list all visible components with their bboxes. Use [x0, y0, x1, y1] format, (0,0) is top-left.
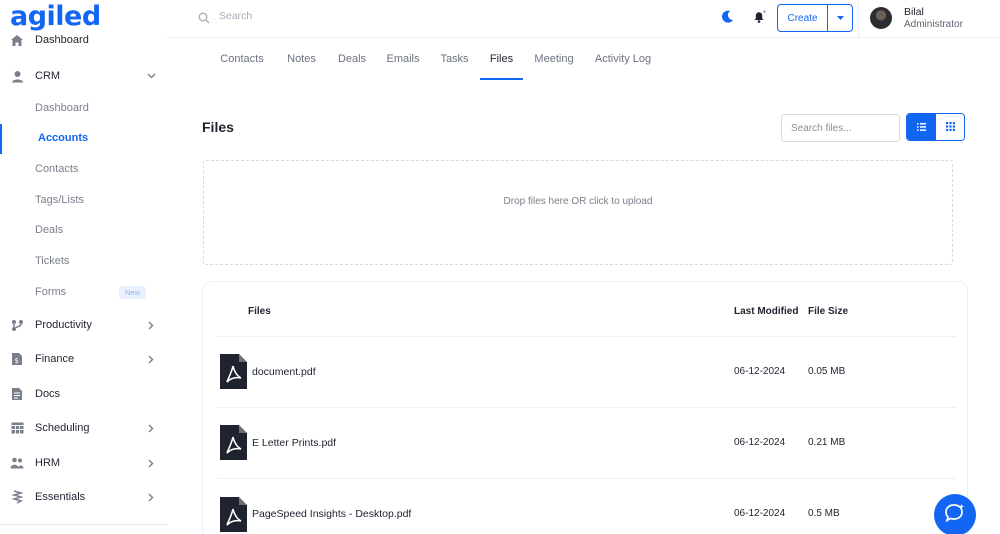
chevron-right-icon [146, 458, 156, 468]
header-divider [858, 0, 859, 38]
sidebar-subitem-tags-lists[interactable]: Tags/Lists [0, 186, 167, 214]
sidebar-item-label: Scheduling [35, 422, 90, 434]
tab-contacts[interactable]: Contacts [216, 38, 268, 80]
table-row[interactable]: PageSpeed Insights - Desktop.pdf 06-12-2… [203, 479, 969, 534]
page-title: Files [202, 119, 234, 135]
file-name[interactable]: PageSpeed Insights - Desktop.pdf [252, 508, 411, 520]
tab-deals[interactable]: Deals [336, 38, 368, 80]
scheduling-icon [10, 421, 24, 435]
sidebar-item-hrm[interactable]: HRM [0, 448, 167, 478]
global-search-input[interactable]: Search [219, 10, 252, 22]
file-dropzone[interactable]: Drop files here OR click to upload [203, 160, 953, 265]
tab-tasks[interactable]: Tasks [438, 38, 471, 80]
grid-view-button[interactable] [935, 114, 964, 140]
new-badge: New [119, 285, 146, 299]
create-button-label[interactable]: Create [778, 5, 828, 31]
list-view-button[interactable] [907, 114, 935, 140]
sidebar-item-docs[interactable]: Docs [0, 379, 167, 409]
sidebar-item-label: Docs [35, 388, 61, 400]
chevron-right-icon [146, 320, 156, 330]
chevron-right-icon [146, 354, 156, 364]
pdf-file-icon [220, 354, 247, 389]
chat-icon [944, 503, 966, 528]
sidebar-subitem-forms[interactable]: Forms New [0, 278, 167, 306]
file-size: 0.5 MB [808, 508, 840, 519]
svg-text:$: $ [15, 357, 19, 365]
search-files-input[interactable] [781, 114, 900, 142]
sidebar-item-crm[interactable]: CRM [0, 61, 167, 91]
sidebar-subitem-label: Tickets [35, 255, 70, 267]
sidebar-item-essentials[interactable]: Essentials [0, 482, 167, 512]
tab-notes[interactable]: Notes [284, 38, 319, 80]
sidebar-subitem-accounts[interactable]: Accounts [0, 124, 167, 154]
dark-mode-icon[interactable] [722, 10, 734, 28]
user-icon [10, 69, 24, 83]
user-role: Administrator [904, 19, 963, 30]
hrm-icon [10, 456, 24, 470]
sidebar-subitem-label: Dashboard [35, 102, 89, 114]
sidebar-subitem-label: Accounts [38, 132, 89, 144]
chevron-right-icon [146, 423, 156, 433]
view-toggle [906, 113, 965, 141]
sidebar-item-productivity[interactable]: Productivity [0, 310, 167, 340]
bell-icon[interactable] [752, 9, 767, 29]
user-name: Bilal [904, 6, 924, 18]
file-name[interactable]: E Letter Prints.pdf [252, 437, 336, 449]
sidebar-subitem-tickets[interactable]: Tickets [0, 247, 167, 275]
productivity-icon [10, 318, 24, 332]
sidebar-subitem-contacts[interactable]: Contacts [0, 155, 167, 183]
active-indicator [0, 124, 2, 154]
essentials-icon [10, 490, 24, 504]
sidebar-item-label: CRM [35, 70, 61, 82]
chevron-right-icon [146, 492, 156, 502]
sidebar-divider [0, 524, 167, 525]
sidebar-item-label: Essentials [35, 491, 86, 503]
sidebar: agiled Dashboard CRM Dashboard Accounts … [0, 0, 167, 534]
file-name[interactable]: document.pdf [252, 366, 316, 378]
caret-down-icon[interactable] [828, 5, 852, 31]
create-button[interactable]: Create [777, 4, 853, 32]
table-row[interactable]: document.pdf 06-12-2024 0.05 MB [203, 337, 969, 407]
sidebar-subitem-label: Tags/Lists [35, 194, 84, 206]
sidebar-item-label: Finance [35, 353, 75, 365]
file-size: 0.05 MB [808, 366, 846, 377]
avatar[interactable] [870, 7, 892, 29]
sidebar-item-scheduling[interactable]: Scheduling [0, 413, 167, 443]
column-header-file-size[interactable]: File Size [808, 306, 848, 317]
files-table: Files Last Modified File Size document.p… [202, 281, 968, 534]
sidebar-subitem-deals[interactable]: Deals [0, 216, 167, 244]
sidebar-subitem-dashboard[interactable]: Dashboard [0, 94, 167, 122]
file-modified: 06-12-2024 [734, 437, 786, 448]
home-icon [10, 33, 24, 47]
tab-meeting[interactable]: Meeting [532, 38, 576, 80]
tab-files[interactable]: Files [480, 38, 523, 80]
sidebar-subitem-label: Forms [35, 286, 67, 298]
sidebar-item-label: Dashboard [35, 34, 89, 46]
pdf-file-icon [220, 497, 247, 532]
file-modified: 06-12-2024 [734, 366, 786, 377]
sidebar-subitem-label: Contacts [35, 163, 79, 175]
dropzone-text: Drop files here OR click to upload [503, 196, 653, 207]
chat-support-button[interactable] [934, 494, 976, 534]
finance-icon: $ [10, 352, 24, 366]
sidebar-item-finance[interactable]: $ Finance [0, 344, 167, 374]
search-icon [198, 11, 210, 29]
file-modified: 06-12-2024 [734, 508, 786, 519]
docs-icon [10, 387, 24, 401]
file-size: 0.21 MB [808, 437, 846, 448]
tab-activity-log[interactable]: Activity Log [594, 38, 652, 80]
pdf-file-icon [220, 425, 247, 460]
sidebar-item-dashboard[interactable]: Dashboard [0, 25, 167, 55]
grid-icon [945, 118, 955, 136]
top-header: Search Create Bilal Administrator [167, 0, 1000, 38]
chevron-down-icon [146, 71, 156, 81]
column-header-files[interactable]: Files [248, 306, 271, 317]
sidebar-item-label: HRM [35, 457, 61, 469]
sidebar-item-label: Productivity [35, 319, 92, 331]
table-row[interactable]: E Letter Prints.pdf 06-12-2024 0.21 MB [203, 408, 969, 478]
list-icon [916, 118, 926, 136]
column-header-last-modified[interactable]: Last Modified [734, 306, 798, 317]
sidebar-subitem-label: Deals [35, 224, 64, 236]
tab-emails[interactable]: Emails [385, 38, 421, 80]
